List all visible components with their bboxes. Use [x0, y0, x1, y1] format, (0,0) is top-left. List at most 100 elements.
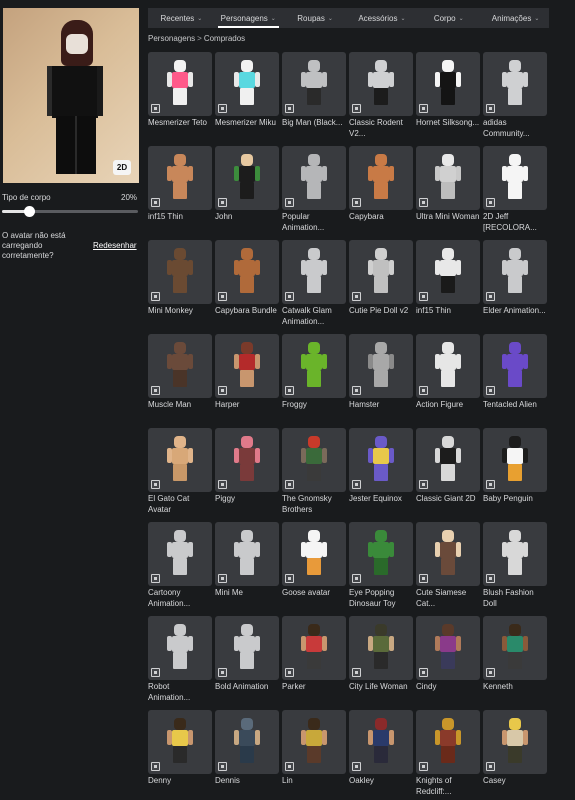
tab-corpo[interactable]: Corpo ⌄: [415, 8, 482, 28]
item-thumbnail[interactable]: [282, 240, 346, 304]
item-card[interactable]: Blush Fashion Doll: [483, 522, 547, 612]
item-card[interactable]: Robot Animation...: [148, 616, 212, 706]
item-thumbnail[interactable]: [148, 334, 212, 398]
tab-acessorios[interactable]: Acessórios ⌄: [348, 8, 415, 28]
item-card[interactable]: Casey: [483, 710, 547, 800]
item-card[interactable]: Parker: [282, 616, 346, 706]
item-thumbnail[interactable]: [416, 146, 480, 210]
item-card[interactable]: Dennis: [215, 710, 279, 800]
item-thumbnail[interactable]: [483, 52, 547, 116]
tab-animacoes[interactable]: Animações ⌄: [482, 8, 549, 28]
item-thumbnail[interactable]: [215, 428, 279, 492]
tab-personagens[interactable]: Personagens ⌄: [214, 8, 282, 28]
item-thumbnail[interactable]: [215, 616, 279, 680]
item-card[interactable]: Cartoony Animation...: [148, 522, 212, 612]
item-thumbnail[interactable]: [282, 522, 346, 586]
item-thumbnail[interactable]: [282, 334, 346, 398]
tab-roupas[interactable]: Roupas ⌄: [282, 8, 349, 28]
item-thumbnail[interactable]: [215, 522, 279, 586]
item-card[interactable]: Popular Animation...: [282, 146, 346, 236]
item-thumbnail[interactable]: [483, 334, 547, 398]
item-thumbnail[interactable]: [148, 146, 212, 210]
item-card[interactable]: Ultra Mini Woman: [416, 146, 480, 236]
item-thumbnail[interactable]: [416, 616, 480, 680]
item-card[interactable]: City Life Woman: [349, 616, 413, 706]
item-thumbnail[interactable]: [416, 334, 480, 398]
item-card[interactable]: Mini Monkey: [148, 240, 212, 330]
item-card[interactable]: Mesmerizer Teto: [148, 52, 212, 142]
redraw-link[interactable]: Redesenhar: [93, 241, 137, 250]
item-thumbnail[interactable]: [215, 146, 279, 210]
item-thumbnail[interactable]: [282, 616, 346, 680]
item-thumbnail[interactable]: [215, 52, 279, 116]
item-card[interactable]: The Gnomsky Brothers: [282, 428, 346, 518]
item-thumbnail[interactable]: [148, 522, 212, 586]
item-card[interactable]: Denny: [148, 710, 212, 800]
item-thumbnail[interactable]: [148, 616, 212, 680]
item-card[interactable]: Cute Siamese Cat...: [416, 522, 480, 612]
item-thumbnail[interactable]: [349, 52, 413, 116]
tab-recentes[interactable]: Recentes ⌄: [148, 8, 215, 28]
item-card[interactable]: Cutie Pie Doll v2: [349, 240, 413, 330]
item-thumbnail[interactable]: [215, 240, 279, 304]
item-card[interactable]: Elder Animation...: [483, 240, 547, 330]
item-card[interactable]: Lin: [282, 710, 346, 800]
item-card[interactable]: Capybara: [349, 146, 413, 236]
item-card[interactable]: Action Figure: [416, 334, 480, 424]
item-card[interactable]: Mini Me: [215, 522, 279, 612]
item-thumbnail[interactable]: [148, 240, 212, 304]
item-card[interactable]: 2D Jeff [RECOLORA...: [483, 146, 547, 236]
item-card[interactable]: Jester Equinox: [349, 428, 413, 518]
item-card[interactable]: Knights of Redcliff:...: [416, 710, 480, 800]
item-thumbnail[interactable]: [349, 146, 413, 210]
item-thumbnail[interactable]: [416, 710, 480, 774]
item-card[interactable]: Piggy: [215, 428, 279, 518]
avatar-preview[interactable]: 2D: [3, 8, 139, 183]
item-thumbnail[interactable]: [215, 710, 279, 774]
item-thumbnail[interactable]: [483, 428, 547, 492]
item-card[interactable]: Hornet Silksong...: [416, 52, 480, 142]
item-card[interactable]: Tentacled Alien: [483, 334, 547, 424]
item-card[interactable]: Mesmerizer Miku: [215, 52, 279, 142]
item-thumbnail[interactable]: [349, 240, 413, 304]
item-card[interactable]: Big Man (Black...: [282, 52, 346, 142]
item-card[interactable]: Harper: [215, 334, 279, 424]
item-card[interactable]: Classic Giant 2D: [416, 428, 480, 518]
item-card[interactable]: Cindy: [416, 616, 480, 706]
item-card[interactable]: Catwalk Glam Animation...: [282, 240, 346, 330]
breadcrumb-parent[interactable]: Personagens: [148, 34, 195, 43]
item-thumbnail[interactable]: [148, 428, 212, 492]
item-thumbnail[interactable]: [282, 146, 346, 210]
item-card[interactable]: Eye Popping Dinosaur Toy: [349, 522, 413, 612]
item-thumbnail[interactable]: [349, 710, 413, 774]
body-type-slider-thumb[interactable]: [24, 206, 36, 217]
item-card[interactable]: adidas Community...: [483, 52, 547, 142]
toggle-2d-button[interactable]: 2D: [113, 160, 131, 175]
item-thumbnail[interactable]: [416, 428, 480, 492]
item-card[interactable]: Baby Penguin: [483, 428, 547, 518]
item-card[interactable]: Capybara Bundle: [215, 240, 279, 330]
item-card[interactable]: Muscle Man: [148, 334, 212, 424]
item-thumbnail[interactable]: [282, 428, 346, 492]
item-thumbnail[interactable]: [416, 52, 480, 116]
item-thumbnail[interactable]: [349, 522, 413, 586]
item-thumbnail[interactable]: [483, 240, 547, 304]
item-card[interactable]: Goose avatar: [282, 522, 346, 612]
item-thumbnail[interactable]: [416, 522, 480, 586]
item-thumbnail[interactable]: [215, 334, 279, 398]
item-thumbnail[interactable]: [483, 522, 547, 586]
body-type-slider[interactable]: [2, 206, 138, 217]
item-thumbnail[interactable]: [483, 710, 547, 774]
item-thumbnail[interactable]: [483, 616, 547, 680]
item-card[interactable]: Bold Animation: [215, 616, 279, 706]
item-card[interactable]: Oakley: [349, 710, 413, 800]
item-thumbnail[interactable]: [148, 52, 212, 116]
item-card[interactable]: inf15 Thin: [148, 146, 212, 236]
item-thumbnail[interactable]: [416, 240, 480, 304]
item-card[interactable]: Classic Rodent V2...: [349, 52, 413, 142]
item-card[interactable]: inf15 Thin: [416, 240, 480, 330]
item-thumbnail[interactable]: [282, 710, 346, 774]
item-thumbnail[interactable]: [349, 428, 413, 492]
item-thumbnail[interactable]: [282, 52, 346, 116]
item-card[interactable]: John: [215, 146, 279, 236]
